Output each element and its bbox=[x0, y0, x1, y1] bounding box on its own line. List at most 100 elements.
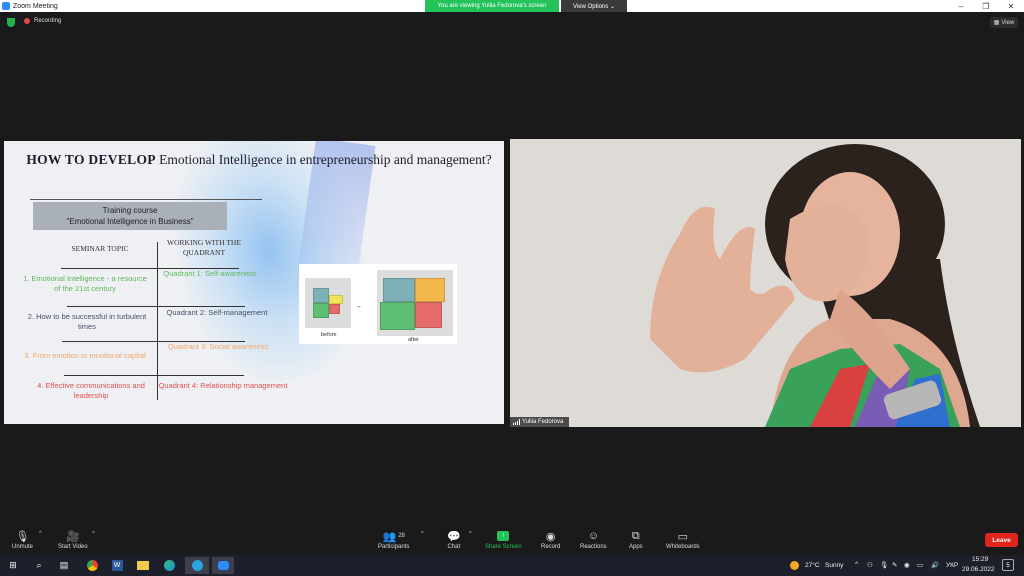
table-vertical-divider bbox=[157, 242, 158, 400]
chat-button[interactable]: 💬 Chat bbox=[447, 528, 461, 551]
quadrant-before-diagram bbox=[305, 278, 351, 328]
before-caption: before bbox=[321, 332, 337, 338]
view-options-button[interactable]: View Options ⌄ bbox=[561, 0, 627, 12]
participants-chevron-icon[interactable]: ^ bbox=[421, 531, 424, 537]
weather-condition: Sunny bbox=[825, 562, 844, 569]
apps-icon: ⧉ bbox=[631, 529, 640, 542]
muted-microphone-icon: 🎙 bbox=[15, 530, 30, 543]
microphone-icon[interactable]: 🎙 bbox=[880, 561, 888, 569]
bluetooth-icon[interactable]: ⚇ bbox=[867, 561, 873, 569]
quadrant-blue bbox=[313, 288, 329, 303]
record-icon: ◉ bbox=[545, 530, 556, 543]
recording-indicator[interactable]: Recording bbox=[24, 18, 61, 24]
weather-temperature: 27°C bbox=[805, 562, 820, 569]
window-title: Zoom Meeting bbox=[13, 2, 58, 10]
topic-3: 3. From emotion to emotional capital bbox=[24, 351, 146, 360]
close-icon[interactable]: ✕ bbox=[1000, 0, 1022, 12]
col-header-quadrant: WORKING WITH THE QUADRANT bbox=[167, 238, 241, 257]
meeting-toolbar: 🎙 Unmute ^ 🎥 Start Video ^ 👥 28 Participa… bbox=[0, 525, 1024, 555]
col-header-topic: SEMINAR TOPIC bbox=[71, 244, 129, 253]
minimize-icon[interactable]: – bbox=[950, 0, 972, 12]
record-label: Record bbox=[541, 544, 561, 550]
apps-label: Apps bbox=[629, 544, 643, 550]
quadrant-blue bbox=[383, 278, 415, 302]
course-name: "Emotional Intelligence in Business" bbox=[66, 217, 194, 226]
unmute-label: Unmute bbox=[12, 544, 34, 550]
maximize-icon[interactable]: ❐ bbox=[975, 0, 997, 12]
whiteboards-button[interactable]: ▭ Whiteboards bbox=[666, 528, 700, 551]
quadrant-4: Quadrant 4: Relationship management bbox=[158, 381, 288, 390]
quadrant-3: Quadrant 3: Social awareness bbox=[167, 342, 269, 351]
course-divider bbox=[30, 199, 262, 200]
start-video-button[interactable]: 🎥 Start Video bbox=[58, 528, 88, 551]
notifications-count: 5 bbox=[1006, 563, 1010, 569]
whiteboards-label: Whiteboards bbox=[666, 544, 700, 550]
participants-count: 28 bbox=[398, 533, 405, 539]
pen-icon[interactable]: ✎ bbox=[892, 561, 897, 569]
quadrant-2: Quadrant 2: Self-management bbox=[166, 308, 268, 317]
share-screen-label: Share Screen bbox=[485, 544, 522, 550]
security-shield-icon[interactable] bbox=[7, 18, 15, 27]
notifications-icon[interactable]: 5 bbox=[1002, 559, 1014, 571]
network-icon[interactable]: ▭ bbox=[917, 561, 923, 569]
participants-label: Participants bbox=[378, 544, 410, 550]
topic-4: 4. Effective communications and leadersh… bbox=[37, 381, 145, 400]
telegram-icon[interactable] bbox=[185, 557, 209, 574]
tray-chevron-icon[interactable]: ^ bbox=[855, 561, 858, 568]
participants-button[interactable]: 👥 28 Participants bbox=[378, 528, 410, 551]
grid-icon: ▦ bbox=[993, 20, 1000, 26]
audio-options-chevron-icon[interactable]: ^ bbox=[39, 531, 42, 537]
reactions-button[interactable]: ☺ Reactions bbox=[580, 528, 607, 550]
chat-label: Chat bbox=[447, 544, 461, 550]
reactions-label: Reactions bbox=[580, 544, 607, 550]
view-label: View bbox=[1001, 19, 1015, 26]
quadrant-1: Quadrant 1: Self-awareness bbox=[163, 269, 257, 278]
viewing-screen-banner: You are viewing Yuliia Fedorova's screen bbox=[425, 0, 559, 12]
shared-screen-slide: HOW TO DEVELOP Emotional Intelligence in… bbox=[4, 141, 504, 424]
volume-icon[interactable]: 🔊 bbox=[931, 561, 939, 569]
edge-icon[interactable] bbox=[160, 557, 178, 574]
participants-icon: 👥 28 bbox=[382, 530, 405, 543]
task-view-icon[interactable]: ▤ bbox=[55, 557, 73, 574]
arrow-icon: → bbox=[355, 303, 362, 310]
zoom-logo-icon bbox=[2, 2, 10, 10]
speaker-video[interactable]: Yuliia Fedorova bbox=[510, 139, 1021, 427]
clock-time[interactable]: 15:29 bbox=[972, 556, 988, 563]
record-tray-icon[interactable]: ◉ bbox=[904, 561, 910, 569]
share-screen-button[interactable]: ↑ Share Screen bbox=[485, 528, 522, 550]
windows-taskbar: ⊞ ⌕ ▤ W 27°C Sunny ^ ⚇ 🎙 ✎ ◉ ▭ 🔊 УКР 15:… bbox=[0, 555, 1024, 576]
slide-title: HOW TO DEVELOP Emotional Intelligence in… bbox=[24, 152, 494, 168]
share-screen-icon: ↑ bbox=[497, 528, 510, 544]
quadrant-red bbox=[329, 304, 340, 314]
search-icon[interactable]: ⌕ bbox=[30, 557, 48, 574]
topic-1: 1. Emotional Intelligence - a resource o… bbox=[23, 274, 147, 293]
whiteboard-icon: ▭ bbox=[677, 530, 689, 543]
course-label: Training course bbox=[102, 206, 158, 215]
participant-name-tag: Yuliia Fedorova bbox=[510, 417, 570, 427]
chat-chevron-icon[interactable]: ^ bbox=[469, 531, 472, 537]
sun-icon bbox=[790, 561, 799, 570]
training-course-box: Training course "Emotional Intelligence … bbox=[33, 202, 227, 230]
language-indicator[interactable]: УКР bbox=[946, 562, 958, 569]
zoom-meeting-window: Zoom Meeting You are viewing Yuliia Fedo… bbox=[0, 0, 1024, 576]
signal-strength-icon bbox=[513, 419, 520, 425]
view-button[interactable]: ▦ View bbox=[990, 17, 1018, 28]
participant-name: Yuliia Fedorova bbox=[522, 419, 564, 425]
chrome-icon[interactable] bbox=[83, 557, 101, 574]
quadrant-red bbox=[415, 302, 442, 328]
windows-start-icon[interactable]: ⊞ bbox=[4, 557, 22, 574]
word-icon[interactable]: W bbox=[108, 557, 126, 574]
apps-button[interactable]: ⧉ Apps bbox=[629, 528, 643, 551]
quadrant-after-diagram bbox=[377, 270, 453, 336]
video-options-chevron-icon[interactable]: ^ bbox=[92, 531, 95, 537]
unmute-button[interactable]: 🎙 Unmute bbox=[12, 528, 34, 551]
record-button[interactable]: ◉ Record bbox=[541, 528, 561, 551]
leave-button[interactable]: Leave bbox=[985, 533, 1018, 547]
row-divider bbox=[67, 306, 245, 307]
quadrant-yellow bbox=[415, 278, 445, 302]
zoom-taskbar-icon[interactable] bbox=[212, 557, 234, 574]
start-video-label: Start Video bbox=[58, 544, 88, 550]
file-explorer-icon[interactable] bbox=[134, 557, 152, 574]
clock-date[interactable]: 29.06.2022 bbox=[962, 566, 995, 573]
slide-title-bold: HOW TO DEVELOP bbox=[26, 152, 156, 167]
